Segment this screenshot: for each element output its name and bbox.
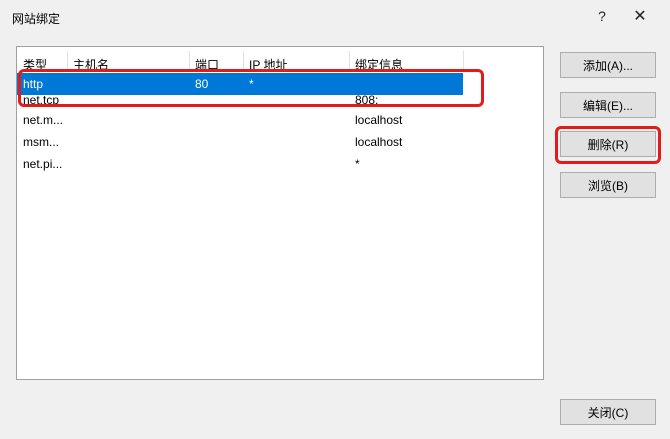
table-row[interactable]: net.tcp 808: [17, 93, 543, 117]
cell-info: * [355, 157, 360, 171]
table-row[interactable]: net.m... localhost [17, 113, 543, 139]
column-header-type[interactable]: 类型 [23, 56, 47, 73]
help-button[interactable]: ? [590, 6, 614, 26]
edit-button[interactable]: 编辑(E)... [560, 92, 656, 118]
column-divider[interactable] [463, 51, 464, 71]
bindings-list[interactable]: 类型 主机名 端口 IP 地址 绑定信息 http 80 * net.tcp 8… [16, 46, 544, 380]
close-button[interactable]: 关闭(C) [560, 399, 656, 425]
table-row[interactable]: http 80 * [17, 73, 463, 95]
cell-info: localhost [355, 135, 403, 149]
column-header-port[interactable]: 端口 [195, 56, 219, 73]
column-divider[interactable] [189, 51, 190, 71]
cell-type: net.m... [23, 113, 64, 127]
cell-port: 80 [195, 77, 209, 91]
close-window-button[interactable]: ✕ [628, 6, 652, 26]
cell-type: net.pi... [23, 157, 63, 171]
add-button[interactable]: 添加(A)... [560, 52, 656, 78]
cell-ip: * [249, 77, 254, 91]
delete-button[interactable]: 删除(R) [560, 131, 656, 157]
column-divider[interactable] [349, 51, 350, 71]
table-row[interactable]: net.pi... * [17, 157, 543, 183]
cell-info: 808: [355, 93, 379, 107]
column-header-ip[interactable]: IP 地址 [249, 56, 287, 73]
cell-type: net.tcp [23, 93, 60, 107]
browse-button[interactable]: 浏览(B) [560, 172, 656, 198]
column-header-info[interactable]: 绑定信息 [355, 56, 403, 73]
list-header: 类型 主机名 端口 IP 地址 绑定信息 [17, 47, 543, 73]
cell-info: localhost [355, 113, 403, 127]
dialog-title: 网站绑定 [12, 12, 61, 26]
cell-type: http [23, 77, 44, 91]
column-divider[interactable] [67, 51, 68, 71]
column-header-host[interactable]: 主机名 [73, 56, 109, 73]
column-divider[interactable] [243, 51, 244, 71]
table-row[interactable]: msm... localhost [17, 135, 543, 161]
cell-type: msm... [23, 135, 59, 149]
